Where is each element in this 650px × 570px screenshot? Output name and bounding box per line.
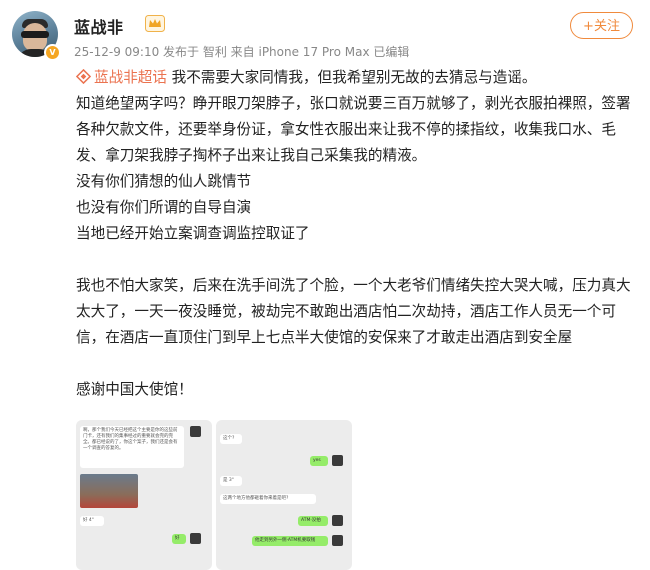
post-line-5: 当地已经开始立案调查调监控取证了 <box>76 225 310 242</box>
chat-avatar <box>190 426 201 437</box>
user-name[interactable]: 蓝战非 <box>74 14 124 38</box>
chat-bubble-reply: ATM·没拍 <box>298 516 328 526</box>
chat-bubble: 是 3° <box>220 476 242 486</box>
crown-badge-icon <box>145 15 165 32</box>
post-line-4: 也没有你们所谓的自导自演 <box>76 199 252 216</box>
chat-screenshot-1[interactable]: 啊，那个我们今天已经把这个主要是你的这些前门卡，还有我们的集事经过的重要就会完的… <box>76 420 212 570</box>
post-line-6: 我也不怕大家笑，后来在洗手间洗了个脸，一个大老爷们情绪失控大哭大喊，压力真大太大… <box>76 277 631 346</box>
avatar-glasses <box>21 31 49 38</box>
chat-bubble: 好 4° <box>80 516 104 526</box>
chat-screenshot-2[interactable]: 这个? yes 是 3° 这两个地方他都砸着你来着是吧? ATM·没拍 他走到另… <box>216 420 352 570</box>
chat-bubble: 啊，那个我们今天已经把这个主要是你的这些前门卡，还有我们的集事经过的重要就会完的… <box>80 426 184 468</box>
follow-button[interactable]: +关注 <box>570 12 633 39</box>
post-line-7: 感谢中国大使馆！ <box>76 381 193 398</box>
post-line-2: 知道绝望两字吗？睁开眼刀架脖子，张口就说要三百万就够了，剥光衣服拍裸照，签署各种… <box>76 95 631 164</box>
chat-avatar <box>332 455 343 466</box>
post-content: 蓝战非超话 我不需要大家同情我，但我希望别无故的去猜忌与造谣。 知道绝望两字吗？… <box>76 65 636 403</box>
verified-badge-icon: V <box>44 44 61 61</box>
post-line-1: 蓝战非超话 我不需要大家同情我，但我希望别无故的去猜忌与造谣。 <box>76 65 636 91</box>
super-topic-link[interactable]: 蓝战非超话 <box>76 69 167 86</box>
chat-bubble: 这个? <box>220 434 242 444</box>
chat-avatar <box>332 535 343 546</box>
chat-avatar <box>332 515 343 526</box>
super-topic-icon <box>76 69 91 84</box>
chat-bubble-reply: 他走到另外一侧·ATM机要取钱 <box>252 536 328 546</box>
weibo-post: V 蓝战非 25-12-9 09:10 发布于 智利 来自 iPhone 17 … <box>0 0 650 570</box>
super-topic-label: 蓝战非超话 <box>94 69 167 86</box>
chat-bubble: 这两个地方他都砸着你来着是吧? <box>220 494 316 504</box>
chat-bubble-reply: 好 <box>172 534 186 544</box>
attached-images: 啊，那个我们今天已经把这个主要是你的这些前门卡，还有我们的集事经过的重要就会完的… <box>76 420 352 570</box>
post-line-3: 没有你们猜想的仙人跳情节 <box>76 173 252 190</box>
post-text-1: 我不需要大家同情我，但我希望别无故的去猜忌与造谣。 <box>166 69 537 86</box>
chat-avatar <box>190 533 201 544</box>
post-meta: 25-12-9 09:10 发布于 智利 来自 iPhone 17 Pro Ma… <box>74 45 410 59</box>
chat-bubble-reply: yes <box>310 456 328 466</box>
chat-photo <box>80 474 138 508</box>
